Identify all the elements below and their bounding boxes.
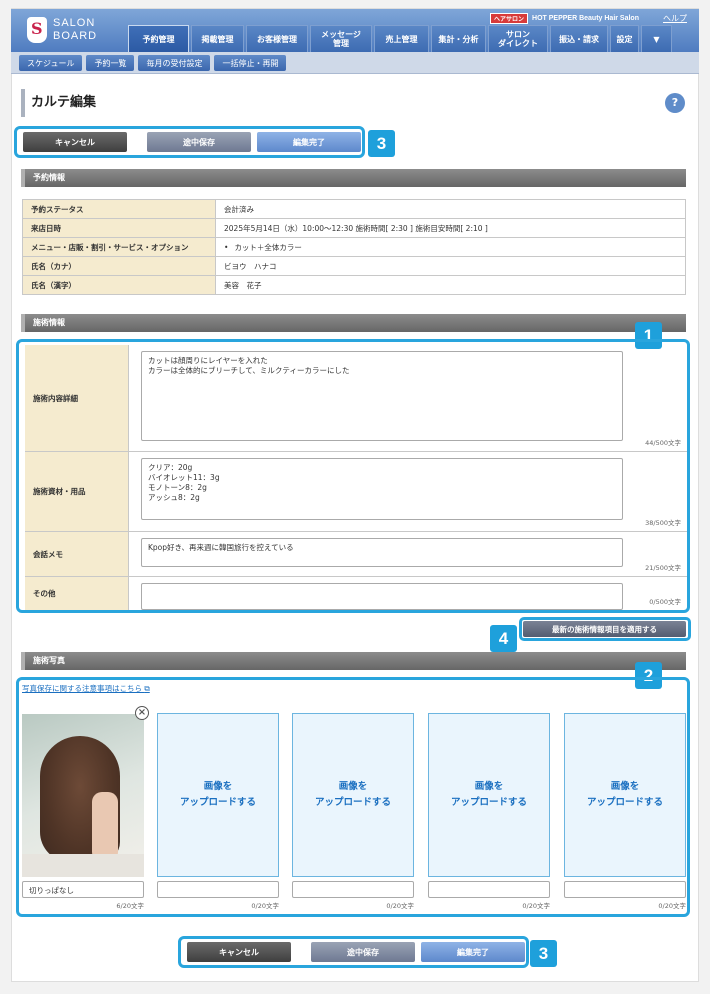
logo-text: SALON BOARD	[53, 17, 98, 42]
char-count: 21/500文字	[645, 564, 681, 572]
menu-item: カット＋全体カラー	[224, 243, 302, 252]
treatment-materials-textarea[interactable]: クリア：20g バイオレット11：3g モノトーン8：2g アッシュ8：2g	[141, 458, 623, 520]
photo-caption-input[interactable]: 切りっぱなし	[22, 881, 144, 898]
caption-char-count: 0/20文字	[251, 902, 279, 910]
table-row: 来店日時 2025年5月14日（水）10:00〜12:30 施術時間[ 2:30…	[22, 218, 686, 238]
tab-salon-direct[interactable]: サロン ダイレクト	[488, 25, 548, 52]
photo-caption-input[interactable]	[292, 881, 414, 898]
row-value: カット＋全体カラー	[215, 237, 686, 257]
uploaded-photo[interactable]	[22, 714, 144, 877]
help-link[interactable]: ヘルプ	[663, 13, 687, 24]
photo-neck	[92, 792, 118, 862]
complete-edit-button[interactable]: 編集完了	[257, 132, 361, 152]
treatment-detail-row: 施術内容詳細 カットは顔周りにレイヤーを入れた カラーは全体的にブリーチして、ミ…	[25, 345, 687, 452]
main-nav: 予約管理 掲載管理 お客様管理 メッセージ 管理 売上管理 集計・分析 サロン …	[128, 25, 672, 52]
upload-slot[interactable]: 画像を アップロードする	[428, 713, 550, 877]
photos-section-header: 施術写真	[21, 652, 686, 670]
row-value: 2025年5月14日（水）10:00〜12:30 施術時間[ 2:30 ] 施術…	[215, 218, 686, 238]
char-count: 38/500文字	[645, 519, 681, 527]
sub-nav: スケジュール 予約一覧 毎月の受付設定 一括停止・再開	[11, 52, 699, 74]
chevron-down-icon: ▼	[653, 34, 660, 44]
photo-caption-input[interactable]	[157, 881, 279, 898]
save-draft-button[interactable]: 途中保存	[147, 132, 251, 152]
remove-photo-icon[interactable]: ×	[135, 706, 149, 720]
row-value: 美容 花子	[215, 275, 686, 295]
global-header: S SALON BOARD ヘアサロン HOT PEPPER Beauty Ha…	[11, 9, 699, 52]
char-count: 0/500文字	[649, 598, 681, 606]
treatment-section-header: 施術情報	[21, 314, 686, 332]
reservation-table: 予約ステータス 会計済み 来店日時 2025年5月14日（水）10:00〜12:…	[22, 199, 686, 295]
table-row: 予約ステータス 会計済み	[22, 199, 686, 219]
save-draft-button[interactable]: 途中保存	[311, 942, 415, 962]
field-label: 会話メモ	[25, 532, 129, 576]
conversation-memo-textarea[interactable]: Kpop好き、再来週に韓国旅行を控えている	[141, 538, 623, 567]
treatment-fields: 施術内容詳細 カットは顔周りにレイヤーを入れた カラーは全体的にブリーチして、ミ…	[16, 339, 690, 613]
photo-caption-input[interactable]	[428, 881, 550, 898]
row-label: 氏名（漢字）	[22, 275, 216, 295]
other-notes-textarea[interactable]	[141, 583, 623, 610]
field-label: 施術内容詳細	[25, 345, 129, 451]
help-icon[interactable]: ?	[665, 93, 685, 113]
subnav-schedule[interactable]: スケジュール	[19, 55, 83, 71]
bottom-action-bar: キャンセル 途中保存 編集完了	[178, 936, 529, 968]
caption-char-count: 0/20文字	[658, 902, 686, 910]
brand-name: HOT PEPPER Beauty Hair Salon	[532, 15, 639, 22]
top-action-bar: キャンセル 途中保存 編集完了	[14, 126, 365, 158]
treatment-materials-row: 施術資材・用品 クリア：20g バイオレット11：3g モノトーン8：2g アッ…	[25, 452, 687, 532]
row-value: ビヨウ ハナコ	[215, 256, 686, 276]
brand-tag: ヘアサロン	[490, 13, 529, 24]
cancel-button[interactable]: キャンセル	[23, 132, 127, 152]
tab-sales[interactable]: 売上管理	[374, 25, 429, 52]
tab-billing[interactable]: 振込・請求	[550, 25, 608, 52]
callout-badge-4: 4	[490, 625, 517, 652]
row-label: 予約ステータス	[22, 199, 216, 219]
callout-badge-3: 3	[530, 940, 557, 967]
upload-slot[interactable]: 画像を アップロードする	[292, 713, 414, 877]
subnav-bulk-pause[interactable]: 一括停止・再開	[214, 55, 287, 71]
conversation-memo-row: 会話メモ Kpop好き、再来週に韓国旅行を控えている 21/500文字	[25, 532, 687, 577]
reservation-section-header: 予約情報	[21, 169, 686, 187]
other-notes-row: その他 0/500文字	[25, 577, 687, 610]
tab-settings[interactable]: 設定	[610, 25, 639, 52]
table-row: 氏名（カナ） ビヨウ ハナコ	[22, 256, 686, 276]
field-label: 施術資材・用品	[25, 452, 129, 531]
field-label: その他	[25, 577, 129, 610]
callout-badge-3: 3	[368, 130, 395, 157]
page-title: カルテ編集	[21, 89, 96, 117]
photo-caption-input[interactable]	[564, 881, 686, 898]
salon-board-logo[interactable]: S SALON BOARD	[27, 17, 111, 47]
complete-edit-button[interactable]: 編集完了	[421, 942, 525, 962]
photo-notice-link[interactable]: 写真保存に関する注意事項はこちら ⧉	[22, 683, 150, 694]
apply-latest-treatment-button[interactable]: 最新の施術情報項目を適用する	[523, 621, 686, 637]
subnav-reservation-list[interactable]: 予約一覧	[86, 55, 135, 71]
caption-char-count: 0/20文字	[386, 902, 414, 910]
table-row: メニュー・店販・割引・サービス・オプション カット＋全体カラー	[22, 237, 686, 257]
row-label: 来店日時	[22, 218, 216, 238]
logo-icon: S	[27, 17, 47, 43]
row-label: 氏名（カナ）	[22, 256, 216, 276]
tab-reservation[interactable]: 予約管理	[128, 25, 189, 52]
photo-shirt	[22, 854, 144, 877]
treatment-detail-textarea[interactable]: カットは顔周りにレイヤーを入れた カラーは全体的にブリーチして、ミルクティーカラ…	[141, 351, 623, 441]
table-row: 氏名（漢字） 美容 花子	[22, 275, 686, 295]
cancel-button[interactable]: キャンセル	[187, 942, 291, 962]
tab-analytics[interactable]: 集計・分析	[431, 25, 486, 52]
subnav-monthly-settings[interactable]: 毎月の受付設定	[138, 55, 211, 71]
external-link-icon: ⧉	[144, 684, 150, 693]
tab-messages[interactable]: メッセージ 管理	[310, 25, 372, 52]
row-label: メニュー・店販・割引・サービス・オプション	[22, 237, 216, 257]
upload-slot[interactable]: 画像を アップロードする	[564, 713, 686, 877]
brand-line: ヘアサロン HOT PEPPER Beauty Hair Salon	[490, 13, 639, 24]
row-value: 会計済み	[215, 199, 686, 219]
caption-char-count: 6/20文字	[116, 902, 144, 910]
caption-char-count: 0/20文字	[522, 902, 550, 910]
more-tabs-button[interactable]: ▼	[641, 25, 672, 52]
upload-slot[interactable]: 画像を アップロードする	[157, 713, 279, 877]
char-count: 44/500文字	[645, 439, 681, 447]
tab-listing[interactable]: 掲載管理	[191, 25, 244, 52]
tab-customers[interactable]: お客様管理	[246, 25, 308, 52]
